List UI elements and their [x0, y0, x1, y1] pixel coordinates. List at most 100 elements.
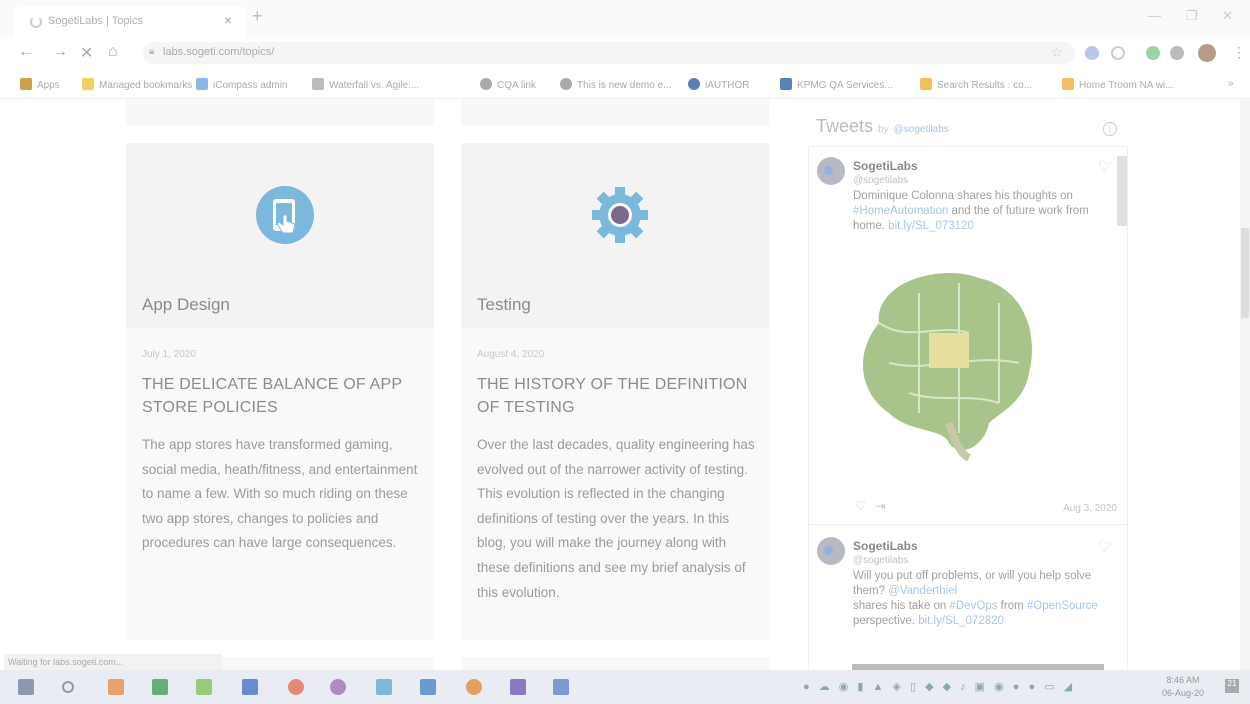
app-icon[interactable] [330, 679, 346, 695]
card-header: App Design [126, 143, 434, 328]
bookmarks-overflow[interactable]: » [1228, 78, 1234, 89]
tweet-author-handle[interactable]: @sogetilabs [853, 555, 908, 566]
back-icon[interactable]: ← [18, 43, 34, 61]
heart-icon[interactable]: ♡ [855, 499, 866, 513]
minimize-icon[interactable]: — [1148, 8, 1161, 23]
extension-icon[interactable] [1146, 46, 1160, 60]
search-icon[interactable] [62, 681, 74, 693]
bookmark-favicon [196, 78, 208, 90]
extension-icon[interactable] [1085, 46, 1099, 60]
tweet-author-name[interactable]: SogetiLabs [853, 159, 918, 173]
bookmark-item[interactable]: Search Results : co... [920, 78, 1032, 91]
tablet-touch-icon [256, 186, 314, 244]
tweet-author-name[interactable]: SogetiLabs [853, 539, 918, 553]
maximize-icon[interactable]: ❐ [1186, 8, 1198, 24]
mention-link[interactable]: @Vanderthiel [888, 585, 957, 597]
close-window-icon[interactable]: ✕ [1222, 8, 1233, 24]
tab-strip: SogetiLabs | Topics × + — ❐ ✕ [0, 0, 1250, 37]
hashtag-link[interactable]: #HomeAutomation [853, 205, 948, 217]
bookmark-item[interactable]: iCompass admin [196, 78, 287, 91]
twitter-bird-icon[interactable]: 🐦︎ [1098, 159, 1113, 173]
bookmark-item[interactable]: iAUTHOR [688, 78, 749, 91]
tweet[interactable]: SogetiLabs @sogetilabs 🐦︎ Will you put o… [809, 527, 1127, 670]
clock-date: 06-Aug-20 [1162, 688, 1205, 698]
bookmark-item[interactable]: This is new demo e... [560, 78, 671, 91]
apps-grid-icon [20, 78, 32, 90]
card-category: Testing [477, 295, 531, 314]
outlook-icon[interactable] [420, 679, 436, 695]
avatar[interactable] [817, 537, 845, 565]
tweet-text-part: from [997, 600, 1027, 612]
tweet-date[interactable]: Aug 3, 2020 [1063, 503, 1117, 514]
powerpoint-icon[interactable] [288, 679, 304, 695]
page-scrollbar[interactable] [1240, 100, 1250, 670]
home-icon[interactable]: ⌂ [108, 43, 118, 61]
bookmark-item[interactable]: Waterfall vs. Agile:... [312, 78, 419, 91]
card-title[interactable]: THE DELICATE BALANCE OF APP STORE POLICI… [142, 373, 422, 419]
avatar[interactable] [817, 157, 845, 185]
notification-badge[interactable]: 21 [1225, 679, 1239, 693]
folder-icon [82, 78, 94, 90]
bookmark-star-icon[interactable]: ☆ [1050, 44, 1063, 61]
word-icon[interactable] [242, 679, 258, 695]
hashtag-link[interactable]: #OpenSource [1027, 600, 1098, 612]
bookmark-item[interactable]: Managed bookmarks [82, 78, 192, 91]
forward-icon[interactable]: → [52, 43, 68, 61]
tweets-handle-link[interactable]: @sogetilabs [894, 124, 949, 135]
bookmark-item[interactable]: Apps [20, 78, 60, 91]
tweet[interactable]: SogetiLabs @sogetilabs 🐦︎ Dominique Colo… [809, 147, 1127, 527]
teams-icon[interactable] [510, 679, 526, 695]
menu-dots-icon[interactable]: ⋮ [1232, 44, 1246, 61]
system-tray[interactable]: ● ☁ ◉ ▮ ▲ ◈ ▯ ◆ ◆ ♪ ▣ ◉ ● ● ▭ ◢ [803, 680, 1075, 693]
hashtag-link[interactable]: #DevOps [950, 600, 998, 612]
file-explorer-icon[interactable] [376, 679, 392, 695]
card-date: July 1, 2020 [142, 349, 196, 360]
topic-card[interactable]: App Design July 1, 2020 THE DELICATE BAL… [126, 143, 434, 640]
stop-icon[interactable]: ✕ [80, 43, 93, 63]
tweets-heading: Tweets by @sogetilabs [816, 116, 949, 137]
bookmark-favicon [780, 78, 792, 90]
tab-title: SogetiLabs | Topics [48, 15, 143, 27]
browser-tab[interactable]: SogetiLabs | Topics × [14, 6, 246, 37]
bookmark-label: Search Results : co... [937, 80, 1033, 91]
bookmark-item[interactable]: Home Troom NA wi... [1062, 78, 1173, 91]
topic-card[interactable]: Testing August 4, 2020 THE HISTORY OF TH… [461, 143, 769, 640]
twitter-bird-icon[interactable]: 🐦︎ [1098, 539, 1113, 553]
app-icon[interactable] [108, 679, 124, 695]
new-tab-button[interactable]: + [252, 6, 263, 27]
short-link[interactable]: bit.ly/SL_073120 [888, 220, 974, 232]
bookmark-item[interactable]: KPMG QA Services... [780, 78, 893, 91]
tweet-actions: ♡ ⇥ [855, 499, 886, 513]
extension-icon[interactable] [1111, 46, 1125, 60]
address-bar[interactable]: 🔒︎ labs.sogeti.com/topics/ ☆ [143, 42, 1075, 64]
bookmark-label: KPMG QA Services... [797, 80, 893, 91]
url-text: labs.sogeti.com/topics/ [163, 46, 275, 58]
info-icon [688, 78, 700, 90]
excel-icon[interactable] [152, 679, 168, 695]
tweet-text-part: Dominique Colonna shares his thoughts on [853, 190, 1073, 202]
tweet-divider [809, 524, 1127, 525]
tweet-author-handle[interactable]: @sogetilabs [853, 175, 908, 186]
bookmark-label: Apps [37, 80, 60, 91]
info-icon[interactable]: i [1103, 122, 1117, 136]
share-icon[interactable]: ⇥ [876, 499, 886, 513]
puzzle-icon[interactable] [1170, 46, 1184, 60]
app-icon[interactable] [553, 679, 569, 695]
profile-avatar[interactable] [1198, 44, 1216, 62]
windows-start-icon[interactable] [18, 679, 34, 695]
card-title[interactable]: THE HISTORY OF THE DEFINITION OF TESTING [477, 373, 757, 419]
tweets-scrollbar[interactable] [1117, 156, 1127, 226]
clock[interactable]: 8:46 AM 06-Aug-20 [1162, 674, 1204, 700]
brain-circuit-image[interactable] [849, 263, 1039, 463]
chrome-icon[interactable] [466, 679, 482, 695]
close-tab-icon[interactable]: × [224, 12, 232, 28]
twitter-timeline[interactable]: SogetiLabs @sogetilabs 🐦︎ Dominique Colo… [808, 146, 1128, 670]
short-link[interactable]: bit.ly/SL_072820 [918, 615, 1004, 627]
loading-spinner-icon [30, 16, 42, 28]
card-partial [461, 657, 769, 670]
bookmark-item[interactable]: CQA link [480, 78, 536, 91]
bookmark-label: This is new demo e... [577, 80, 672, 91]
globe-icon [480, 78, 492, 90]
scrollbar-thumb[interactable] [1241, 228, 1249, 318]
notepad-icon[interactable] [196, 679, 212, 695]
